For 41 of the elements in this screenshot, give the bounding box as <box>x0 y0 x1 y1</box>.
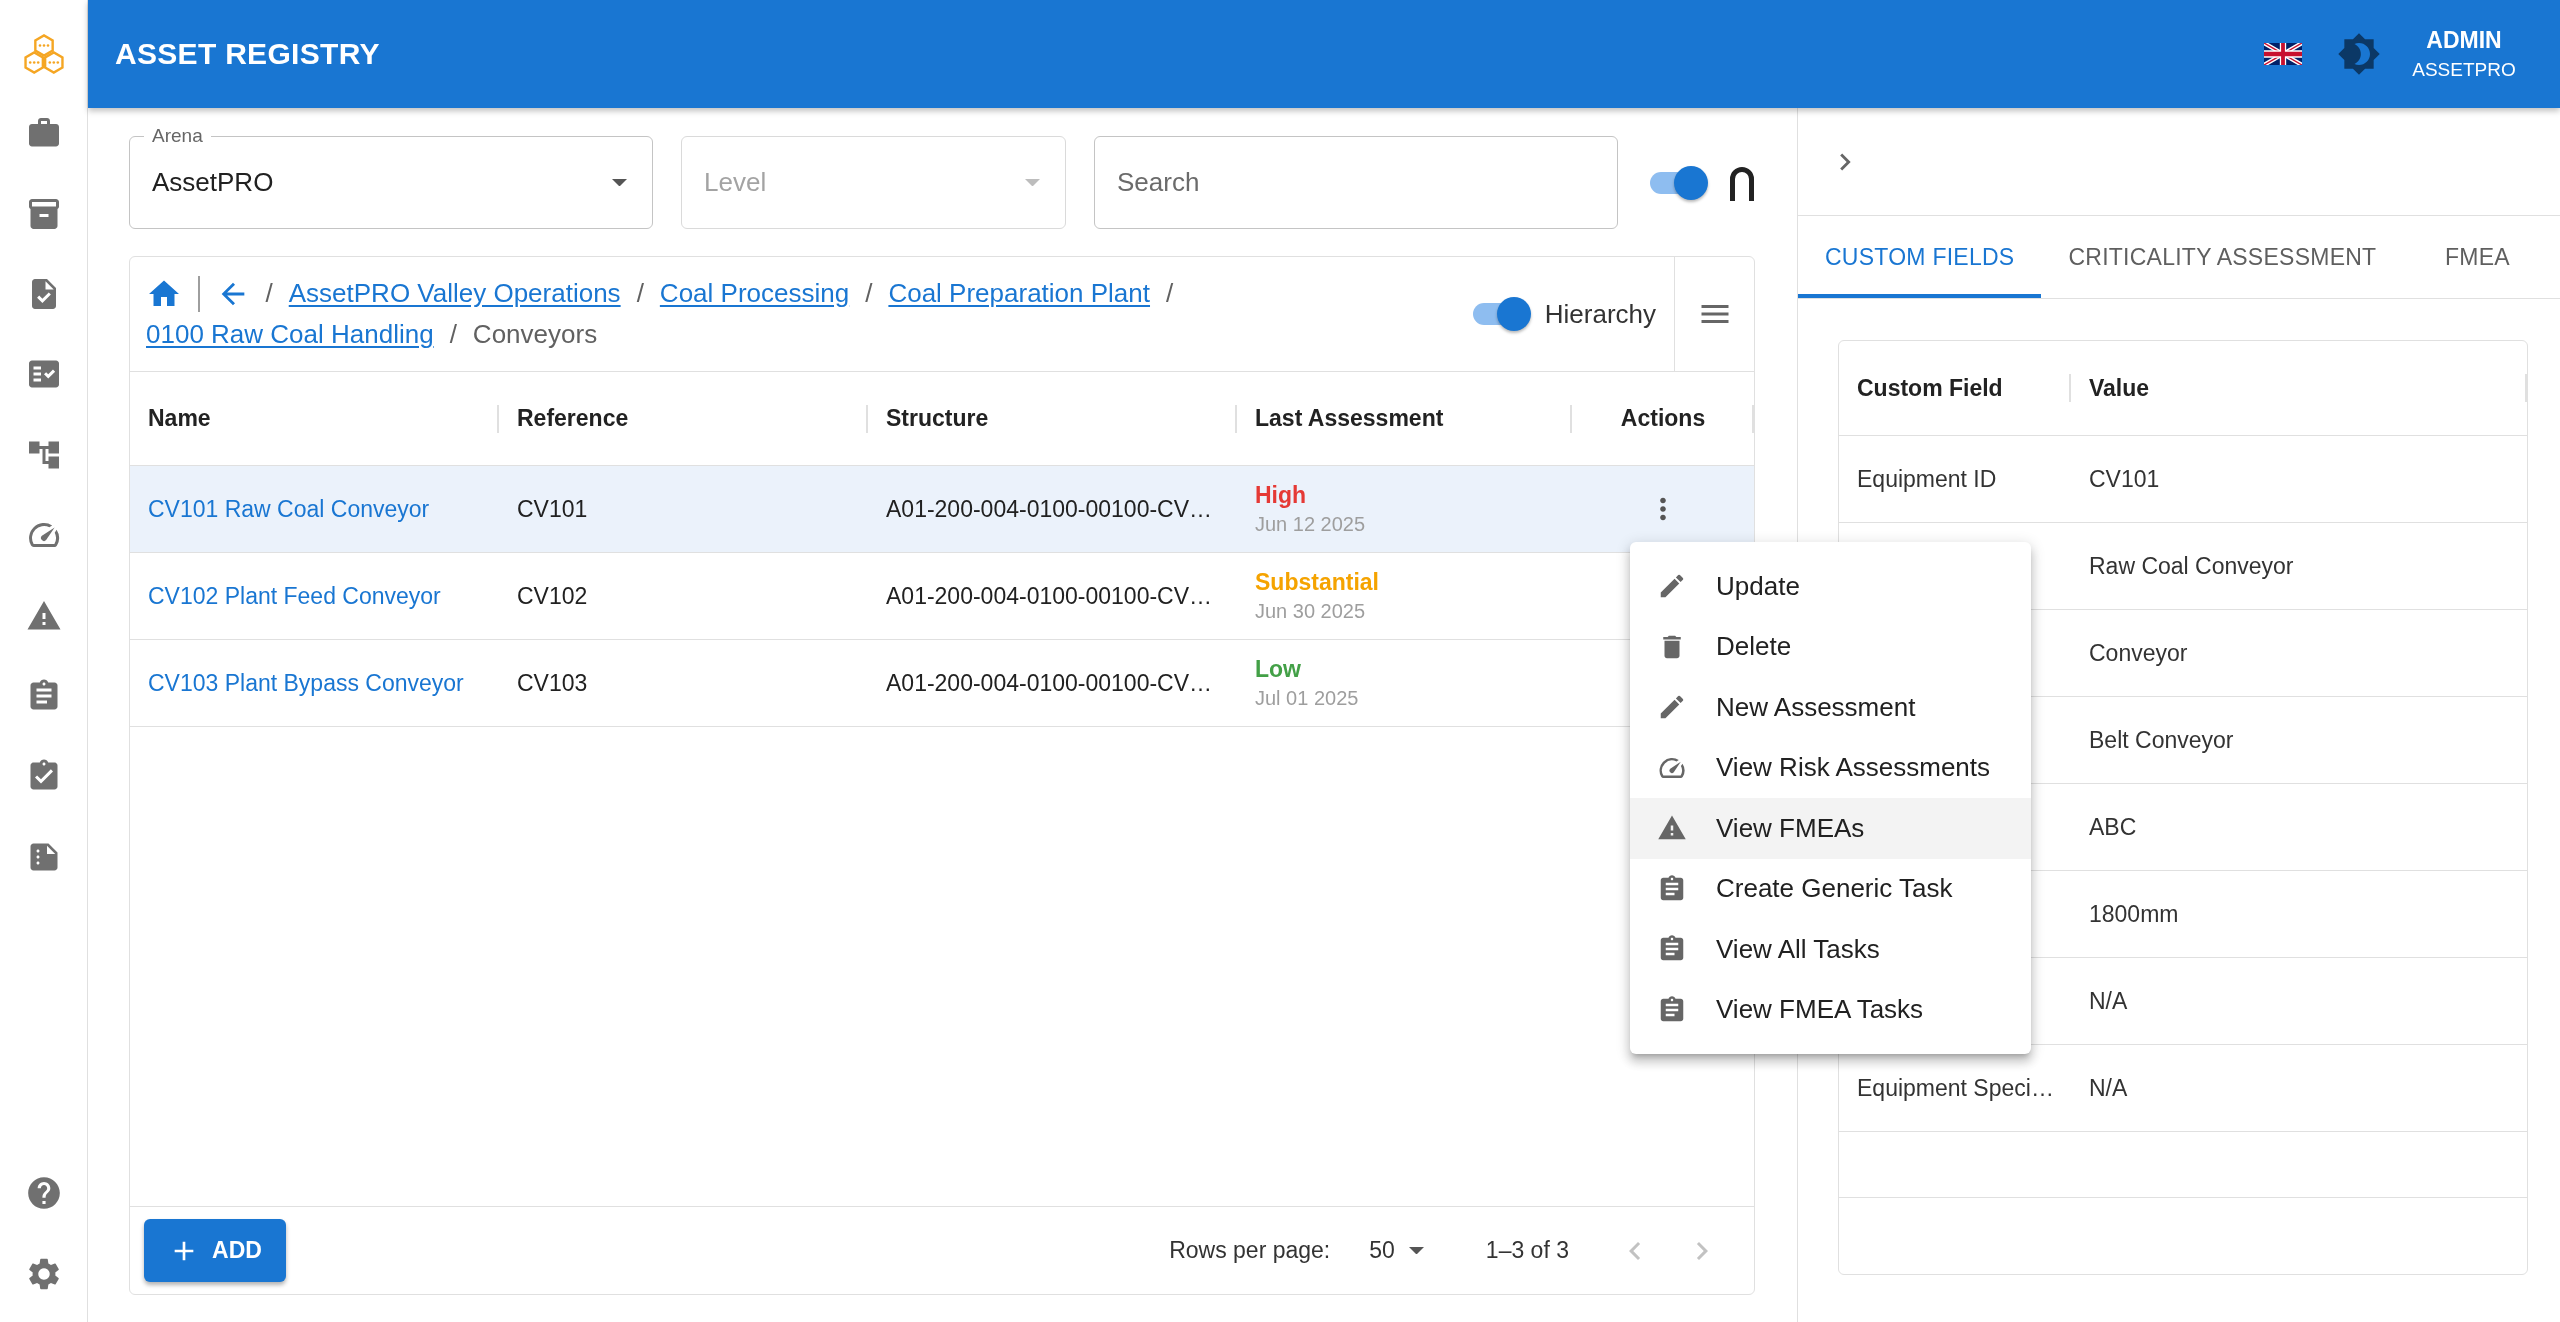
organization-name: ASSETPRO <box>2412 58 2516 82</box>
field-name: Equipment Speci… <box>1857 1074 2054 1102</box>
table-cell: A01-200-004-0100-00100-CV… <box>886 582 1213 610</box>
breadcrumb-current: Conveyors <box>472 318 598 351</box>
table-cell: CV103 <box>517 669 588 697</box>
breadcrumb-separator: / <box>1166 277 1174 310</box>
table-cell: A01-200-004-0100-00100-CV… <box>886 669 1213 697</box>
breadcrumb-separator: / <box>265 277 273 310</box>
rating-label: Low <box>1255 655 1302 684</box>
rating-label: Substantial <box>1255 568 1379 597</box>
column-header: Custom Field <box>1857 374 2003 402</box>
column-header: Structure <box>886 405 989 432</box>
date-text: Jul 01 2025 <box>1255 686 1359 711</box>
field-value: N/A <box>2089 987 2128 1015</box>
column-header: Last Assessment <box>1255 405 1444 432</box>
field-value: Belt Conveyor <box>2089 726 2234 754</box>
page-range: 1–3 of 3 <box>1485 1237 1569 1264</box>
app-title: ASSET REGISTRY <box>115 37 380 71</box>
table-cell: CV102 <box>517 582 588 610</box>
rows-per-page-label: Rows per page: <box>1169 1237 1331 1264</box>
field-value: Conveyor <box>2089 639 2188 667</box>
field-name: Equipment ID <box>1857 465 1997 493</box>
date-text: Jun 30 2025 <box>1255 599 1367 624</box>
column-header: Actions <box>1620 405 1706 432</box>
breadcrumb-separator: / <box>636 277 644 310</box>
field-value: N/A <box>2089 1074 2128 1102</box>
hierarchy-label: Hierarchy <box>1544 298 1656 330</box>
field-value: CV101 <box>2089 465 2160 493</box>
field-value: 1800mm <box>2089 900 2179 928</box>
table-cell: A01-200-004-0100-00100-CV… <box>886 495 1213 523</box>
date-text: Jun 12 2025 <box>1255 512 1366 537</box>
user-name: ADMIN <box>2426 26 2502 55</box>
rating-label: High <box>1255 481 1308 510</box>
field-value: Raw Coal Conveyor <box>2089 552 2294 580</box>
column-header: Value <box>2089 374 2150 402</box>
column-header: Name <box>148 405 211 432</box>
table-cell: CV101 <box>517 495 588 523</box>
column-header: Reference <box>517 405 629 432</box>
field-value: ABC <box>2089 813 2137 841</box>
breadcrumb-separator: / <box>449 318 457 351</box>
breadcrumb-separator: / <box>865 277 873 310</box>
